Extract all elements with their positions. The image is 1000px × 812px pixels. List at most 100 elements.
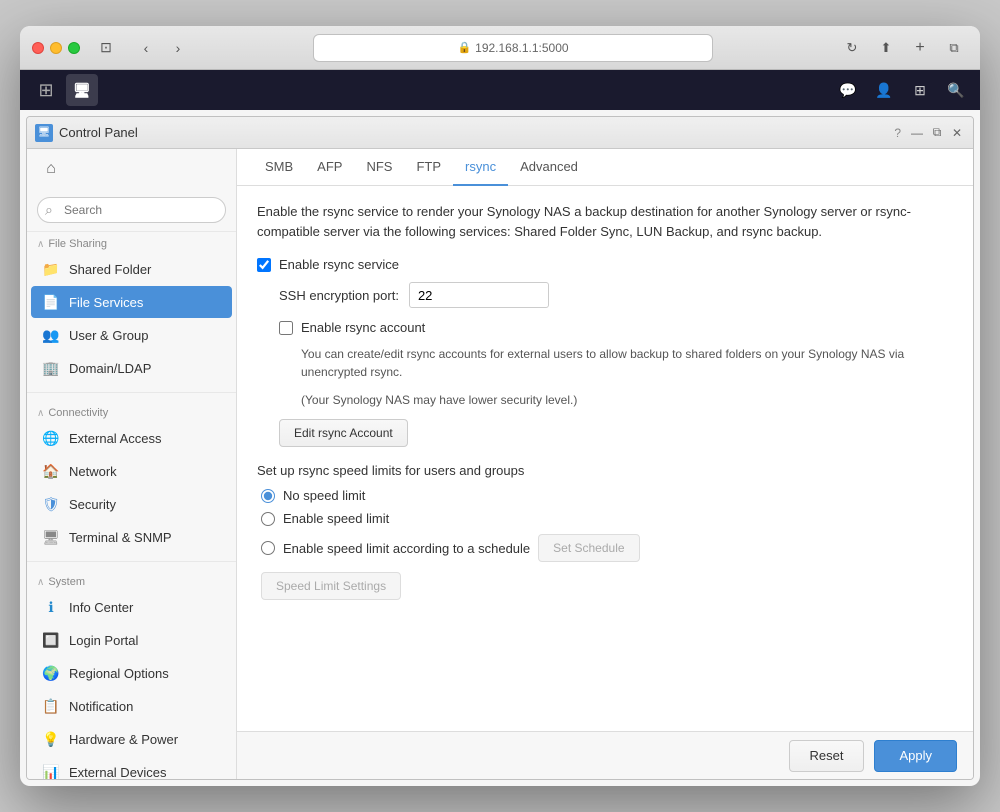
tabs-button[interactable]: ⧉ xyxy=(940,34,968,62)
taskbar-chat-icon[interactable]: 💬 xyxy=(834,76,862,104)
regional-options-icon: 🌍 xyxy=(41,663,61,683)
forward-button[interactable]: › xyxy=(164,34,192,62)
enable-account-row: Enable rsync account xyxy=(279,320,953,335)
edit-rsync-account-button[interactable]: Edit rsync Account xyxy=(279,419,408,447)
sidebar-home-row: ⌂ xyxy=(27,149,236,189)
cp-title-buttons: — ⧉ ✕ xyxy=(909,125,965,141)
security-icon: 🛡 xyxy=(41,494,61,514)
close-traffic-light[interactable] xyxy=(32,42,44,54)
enable-speed-limit-row: Enable speed limit xyxy=(261,511,953,526)
taskbar-left: ⊞ 🖥 xyxy=(30,74,98,106)
user-group-icon: 👥 xyxy=(41,325,61,345)
home-icon[interactable]: ⌂ xyxy=(37,155,65,183)
sidebar-item-notification[interactable]: 📋 Notification xyxy=(31,690,232,722)
rsync-description: Enable the rsync service to render your … xyxy=(257,202,953,241)
schedule-limit-label[interactable]: Enable speed limit according to a schedu… xyxy=(283,541,530,556)
enable-rsync-checkbox[interactable] xyxy=(257,258,271,272)
search-wrapper xyxy=(37,197,226,223)
divider-1 xyxy=(27,392,236,393)
taskbar-right: 💬 👤 ⊞ 🔍 xyxy=(834,76,970,104)
apply-button[interactable]: Apply xyxy=(874,740,957,772)
cp-title: Control Panel xyxy=(59,125,894,140)
cp-content: ⌂ File Sharing 📁 Shared Folder xyxy=(27,149,973,779)
schedule-limit-radio[interactable] xyxy=(261,541,275,555)
notification-icon: 📋 xyxy=(41,696,61,716)
sidebar-item-file-services[interactable]: 📄 File Services xyxy=(31,286,232,318)
ssh-port-row: SSH encryption port: xyxy=(279,282,953,308)
sidebar-item-info-center[interactable]: ℹ Info Center xyxy=(31,591,232,623)
cp-help-button[interactable]: ? xyxy=(894,126,901,140)
sidebar-item-hardware-power[interactable]: 💡 Hardware & Power xyxy=(31,723,232,755)
sidebar-item-external-devices[interactable]: 📊 External Devices xyxy=(31,756,232,779)
sidebar-item-login-portal[interactable]: 🔲 Login Portal xyxy=(31,624,232,656)
minimize-traffic-light[interactable] xyxy=(50,42,62,54)
traffic-lights xyxy=(32,42,80,54)
file-services-icon: 📄 xyxy=(41,292,61,312)
cp-title-icon: 🖥 xyxy=(35,124,53,142)
system-header: System xyxy=(27,570,236,590)
back-button[interactable]: ‹ xyxy=(132,34,160,62)
account-note-line1: You can create/edit rsync accounts for e… xyxy=(301,345,953,381)
schedule-limit-row: Enable speed limit according to a schedu… xyxy=(261,534,953,562)
reload-button[interactable]: ↻ xyxy=(838,34,866,62)
tab-rsync[interactable]: rsync xyxy=(453,149,508,186)
account-note-line2: (Your Synology NAS may have lower securi… xyxy=(301,391,953,409)
tab-ftp[interactable]: FTP xyxy=(404,149,453,186)
hardware-power-icon: 💡 xyxy=(41,729,61,749)
external-devices-icon: 📊 xyxy=(41,762,61,779)
nas-taskbar: ⊞ 🖥 💬 👤 ⊞ 🔍 xyxy=(20,70,980,110)
sidebar-search-section xyxy=(27,189,236,232)
browser-actions: ↻ ⬆ + ⧉ xyxy=(838,34,968,62)
taskbar-user-icon[interactable]: 👤 xyxy=(870,76,898,104)
maximize-traffic-light[interactable] xyxy=(68,42,80,54)
taskbar-apps-icon[interactable]: ⊞ xyxy=(906,76,934,104)
network-icon: 🏠 xyxy=(41,461,61,481)
reset-button[interactable]: Reset xyxy=(789,740,865,772)
taskbar-grid-icon[interactable]: ⊞ xyxy=(30,74,62,106)
sidebar: ⌂ File Sharing 📁 Shared Folder xyxy=(27,149,237,779)
share-button[interactable]: ⬆ xyxy=(872,34,900,62)
login-portal-icon: 🔲 xyxy=(41,630,61,650)
terminal-icon: 🖥 xyxy=(41,527,61,547)
cp-restore-button[interactable]: ⧉ xyxy=(929,125,945,141)
set-schedule-button[interactable]: Set Schedule xyxy=(538,534,639,562)
new-tab-button[interactable]: + xyxy=(906,34,934,62)
cp-close-button[interactable]: ✕ xyxy=(949,125,965,141)
taskbar-cp-icon[interactable]: 🖥 xyxy=(66,74,98,106)
sidebar-item-regional-options[interactable]: 🌍 Regional Options xyxy=(31,657,232,689)
sidebar-item-security[interactable]: 🛡 Security xyxy=(31,488,232,520)
sidebar-item-domain-ldap[interactable]: 🏢 Domain/LDAP xyxy=(31,352,232,384)
enable-rsync-label[interactable]: Enable rsync service xyxy=(279,257,399,272)
enable-limit-label[interactable]: Enable speed limit xyxy=(283,511,389,526)
divider-2 xyxy=(27,561,236,562)
sidebar-item-network[interactable]: 🏠 Network xyxy=(31,455,232,487)
sidebar-item-terminal-snmp[interactable]: 🖥 Terminal & SNMP xyxy=(31,521,232,553)
enable-account-label[interactable]: Enable rsync account xyxy=(301,320,425,335)
cp-minimize-button[interactable]: — xyxy=(909,125,925,141)
sidebar-toggle-button[interactable]: ⊡ xyxy=(92,34,120,62)
lock-icon: 🔒 xyxy=(457,41,471,54)
browser-controls: ⊡ ‹ › xyxy=(92,34,192,62)
tab-nfs[interactable]: NFS xyxy=(354,149,404,186)
browser-titlebar: ⊡ ‹ › 🔒 192.168.1.1:5000 ↻ ⬆ + ⧉ xyxy=(20,26,980,70)
ssh-port-input[interactable] xyxy=(409,282,549,308)
panel-content: Enable the rsync service to render your … xyxy=(237,186,973,731)
enable-account-checkbox[interactable] xyxy=(279,321,293,335)
sidebar-item-user-group[interactable]: 👥 User & Group xyxy=(31,319,232,351)
tab-afp[interactable]: AFP xyxy=(305,149,354,186)
no-limit-label[interactable]: No speed limit xyxy=(283,488,365,503)
tabs-bar: SMB AFP NFS FTP rsync xyxy=(237,149,973,186)
shared-folder-icon: 📁 xyxy=(41,259,61,279)
tab-advanced[interactable]: Advanced xyxy=(508,149,590,186)
url-bar[interactable]: 🔒 192.168.1.1:5000 xyxy=(313,34,713,62)
speed-limit-settings-button[interactable]: Speed Limit Settings xyxy=(261,572,401,600)
speed-limit-title: Set up rsync speed limits for users and … xyxy=(257,463,953,478)
tab-smb[interactable]: SMB xyxy=(253,149,305,186)
sidebar-item-external-access[interactable]: 🌐 External Access xyxy=(31,422,232,454)
no-limit-radio[interactable] xyxy=(261,489,275,503)
search-input[interactable] xyxy=(37,197,226,223)
account-note: You can create/edit rsync accounts for e… xyxy=(301,345,953,409)
sidebar-item-shared-folder[interactable]: 📁 Shared Folder xyxy=(31,253,232,285)
taskbar-search-icon[interactable]: 🔍 xyxy=(942,76,970,104)
enable-limit-radio[interactable] xyxy=(261,512,275,526)
